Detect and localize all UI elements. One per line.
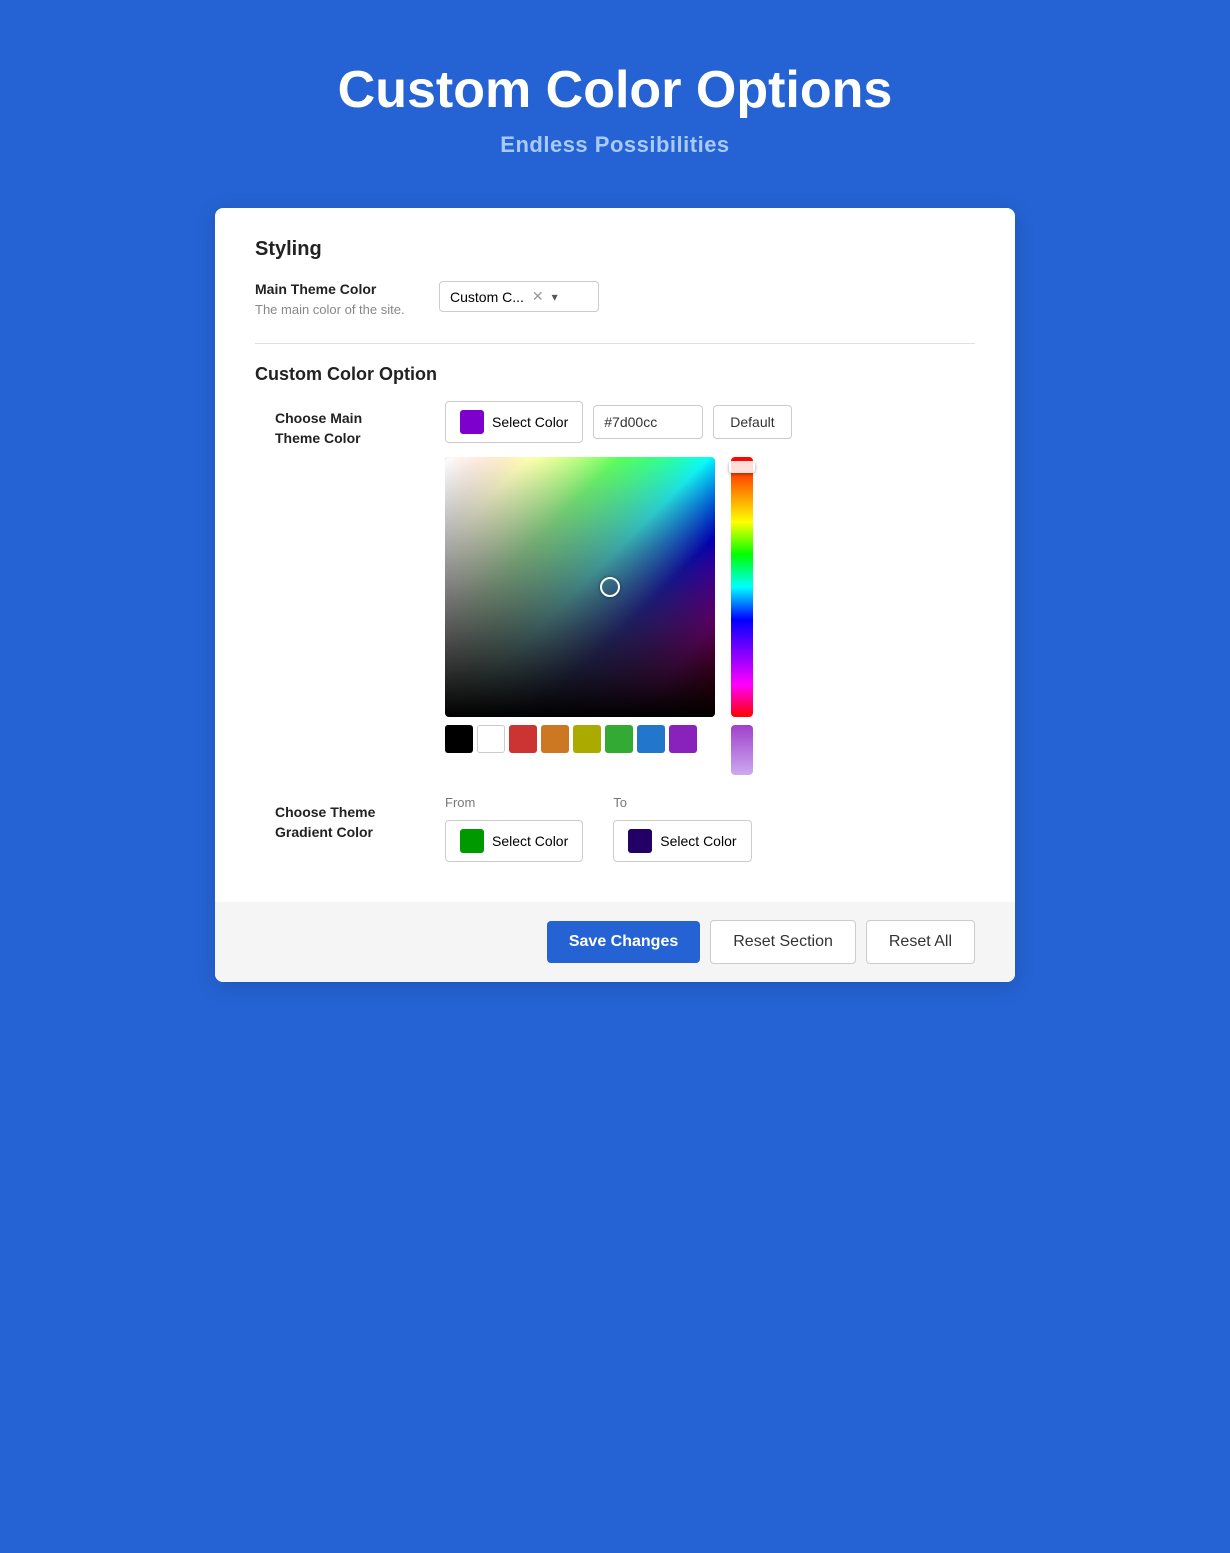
main-theme-field-row: Main Theme Color The main color of the s… [255,281,975,319]
main-color-row: Choose Main Theme Color Select Color Def… [275,401,975,775]
select-color-label: Select Color [492,414,568,430]
main-theme-label: Main Theme Color [255,281,415,297]
swatch-yellow[interactable] [573,725,601,753]
default-btn[interactable]: Default [713,405,791,439]
select-color-btn-from[interactable]: Select Color [445,820,583,862]
to-color-swatch [628,829,652,853]
select-clear-btn[interactable]: ✕ [532,288,544,305]
saturation-picker[interactable] [445,457,715,775]
gradient-from-col: From Select Color [445,795,583,862]
subsection-title: Custom Color Option [255,364,975,385]
from-select-label: Select Color [492,833,568,849]
hue-slider-container [725,457,759,775]
reset-all-button[interactable]: Reset All [866,920,975,964]
swatch-red[interactable] [509,725,537,753]
main-color-controls: Select Color Default [445,401,975,775]
gradient-to-col: To Select Color [613,795,751,862]
gradient-color-controls: From Select Color To Select Color [445,795,975,862]
page-title: Custom Color Options [338,60,893,120]
hex-input[interactable] [593,405,703,439]
select-arrow-icon: ▾ [552,290,558,304]
swatch-green[interactable] [605,725,633,753]
select-value: Custom C... [450,289,524,305]
color-picker-canvas-area [445,457,975,775]
save-changes-button[interactable]: Save Changes [547,921,700,963]
to-label: To [613,795,751,810]
swatch-blue[interactable] [637,725,665,753]
choose-main-label: Choose Main Theme Color [275,401,415,448]
reset-section-button[interactable]: Reset Section [710,920,856,964]
swatch-black[interactable] [445,725,473,753]
card-footer: Save Changes Reset Section Reset All [215,902,1015,982]
to-select-label: Select Color [660,833,736,849]
section-divider [255,343,975,344]
swatch-white[interactable] [477,725,505,753]
select-color-btn-to[interactable]: Select Color [613,820,751,862]
main-theme-select[interactable]: Custom C... ✕ ▾ [439,281,599,312]
from-label: From [445,795,583,810]
alpha-preview [731,725,753,775]
select-color-btn-main[interactable]: Select Color [445,401,583,443]
from-color-swatch [460,829,484,853]
settings-card: Styling Main Theme Color The main color … [215,208,1015,982]
section-title: Styling [255,238,975,261]
main-color-swatch [460,410,484,434]
color-btn-row: Select Color Default [445,401,975,443]
card-body: Styling Main Theme Color The main color … [215,208,1015,902]
page-header: Custom Color Options Endless Possibiliti… [338,60,893,158]
swatch-orange[interactable] [541,725,569,753]
color-swatches-row [445,725,715,753]
gradient-color-row: Choose Theme Gradient Color From Select … [275,795,975,862]
color-picker-section: Choose Main Theme Color Select Color Def… [255,401,975,862]
choose-gradient-label: Choose Theme Gradient Color [275,795,415,842]
page-subtitle: Endless Possibilities [338,132,893,158]
hue-slider[interactable] [731,457,753,717]
main-theme-desc: The main color of the site. [255,301,415,319]
swatch-purple[interactable] [669,725,697,753]
main-theme-label-block: Main Theme Color The main color of the s… [255,281,415,319]
gradient-from-to: From Select Color To Select Color [445,795,975,862]
hue-slider-handle [729,461,755,473]
